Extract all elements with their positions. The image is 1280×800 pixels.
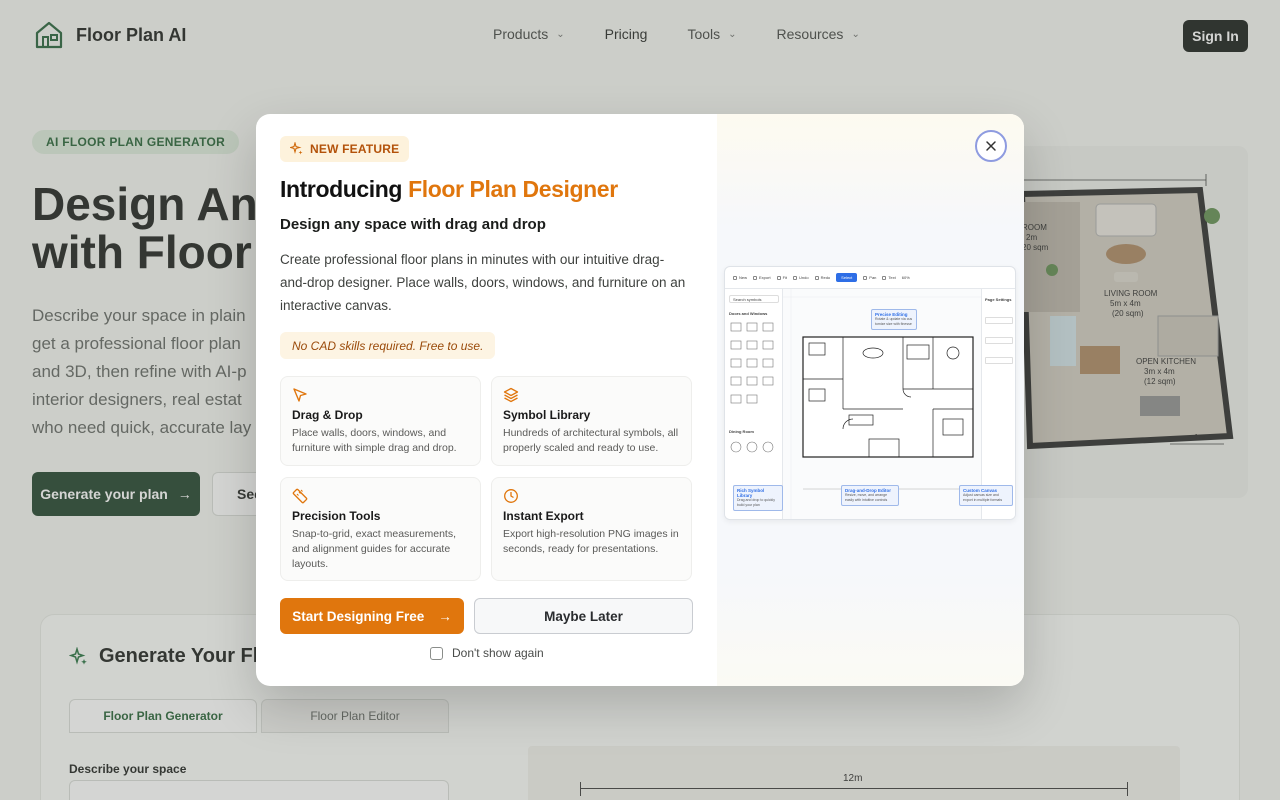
callout-desc: Adjust canvas size and export in multipl… <box>963 493 1003 502</box>
callout-title: Rich Symbol Library <box>737 488 765 498</box>
preview-field <box>985 337 1013 344</box>
maybe-later-button[interactable]: Maybe Later <box>474 598 693 634</box>
feature-title: Precision Tools <box>292 509 381 523</box>
preview-tool: Undo <box>793 275 809 280</box>
modal-note: No CAD skills required. Free to use. <box>280 332 496 359</box>
feature-card-symbol-library: Symbol Library Hundreds of architectural… <box>491 376 692 466</box>
start-designing-button[interactable]: Start Designing Free → <box>280 598 464 634</box>
callout-precise-editing: Precise Editing Rotate & update via cus … <box>871 309 917 330</box>
feature-title: Drag & Drop <box>292 408 363 422</box>
callout-desc: Rotate & update via cus tomize size with… <box>875 317 913 326</box>
close-modal-button[interactable] <box>975 130 1007 162</box>
preview-tool-label: Redo <box>820 275 831 280</box>
preview-tool: 60% <box>902 275 910 280</box>
callout-desc: Drag and drop to quickly build your plan <box>737 498 775 507</box>
layers-icon <box>503 387 519 403</box>
preview-tool-label: Undo <box>799 275 809 280</box>
preview-tool: Fit <box>776 275 788 280</box>
feature-desc: Snap-to-grid, exact measurements, and al… <box>292 528 456 570</box>
new-feature-text: NEW FEATURE <box>310 142 400 156</box>
ruler-icon <box>292 488 308 504</box>
feature-card-instant-export: Instant Export Export high-resolution PN… <box>491 477 692 581</box>
feature-desc: Place walls, doors, windows, and furnitu… <box>292 427 457 454</box>
modal-title-highlight: Floor Plan Designer <box>408 176 618 202</box>
callout-rich-symbol-library: Rich Symbol Library Drag and drop to qui… <box>733 485 783 511</box>
modal-description: Create professional floor plans in minut… <box>280 252 686 313</box>
feature-desc: Hundreds of architectural symbols, all p… <box>503 427 679 454</box>
dont-show-checkbox[interactable] <box>430 646 443 660</box>
preview-dining-symbols <box>730 441 774 453</box>
preview-props-title: Page Settings <box>985 297 1012 302</box>
start-designing-label: Start Designing Free <box>292 608 425 624</box>
preview-tool-label: Export <box>759 275 771 280</box>
callout-desc: Resize, move, and arrange easily with in… <box>845 493 888 502</box>
feature-announcement-modal: NEW FEATURE Introducing Floor Plan Desig… <box>256 114 1024 686</box>
feature-card-drag-drop: Drag & Drop Place walls, doors, windows,… <box>280 376 481 466</box>
clock-icon <box>504 489 518 503</box>
preview-tool-label: Text <box>888 275 896 280</box>
preview-tool-label: Fit <box>782 275 788 280</box>
preview-tool-label: Pan <box>869 275 877 280</box>
preview-tool: Redo <box>814 275 831 280</box>
arrow-right-icon: → <box>438 608 452 624</box>
preview-tool: Pan <box>863 275 876 280</box>
close-icon <box>986 141 996 151</box>
preview-tool: Export <box>753 275 771 280</box>
preview-tool-label: Select <box>841 275 853 280</box>
feature-card-precision-tools: Precision Tools Snap-to-grid, exact meas… <box>280 477 481 581</box>
preview-tool: Text <box>882 275 896 280</box>
preview-tool-label: New <box>739 275 748 280</box>
preview-field <box>985 357 1013 364</box>
new-feature-badge: NEW FEATURE <box>280 136 410 162</box>
dont-show-label: Don't show again <box>452 646 544 660</box>
callout-drag-drop-editor: Drag-and-Drop Editor Resize, move, and a… <box>841 485 899 506</box>
preview-toolbar: New Export Fit Undo Redo Select Pan Text… <box>725 267 1015 289</box>
modal-subtitle: Design any space with drag and drop <box>280 216 546 233</box>
preview-tool: New <box>733 275 747 280</box>
callout-custom-canvas: Custom Canvas Adjust canvas size and exp… <box>959 485 1013 506</box>
modal-content: NEW FEATURE Introducing Floor Plan Desig… <box>256 114 717 686</box>
preview-tool-label: 60% <box>901 275 910 280</box>
sparkle-icon <box>290 142 303 155</box>
modal-title-prefix: Introducing <box>280 176 409 202</box>
dont-show-again[interactable]: Don't show again <box>430 646 544 660</box>
designer-preview-screenshot: New Export Fit Undo Redo Select Pan Text… <box>724 266 1016 520</box>
preview-select <box>985 317 1013 324</box>
preview-group-label: Doors and Windows <box>729 311 768 316</box>
modal-title: Introducing Floor Plan Designer <box>280 176 618 203</box>
feature-title: Instant Export <box>503 509 584 523</box>
preview-symbol-grid <box>730 322 774 404</box>
preview-group-label: Dining Room <box>729 429 754 434</box>
feature-desc: Export high-resolution PNG images in sec… <box>503 528 679 555</box>
feature-title: Symbol Library <box>503 408 591 422</box>
preview-search: Search symbols <box>729 295 779 303</box>
cursor-icon <box>293 388 307 402</box>
preview-tool-active: Select <box>836 273 858 282</box>
